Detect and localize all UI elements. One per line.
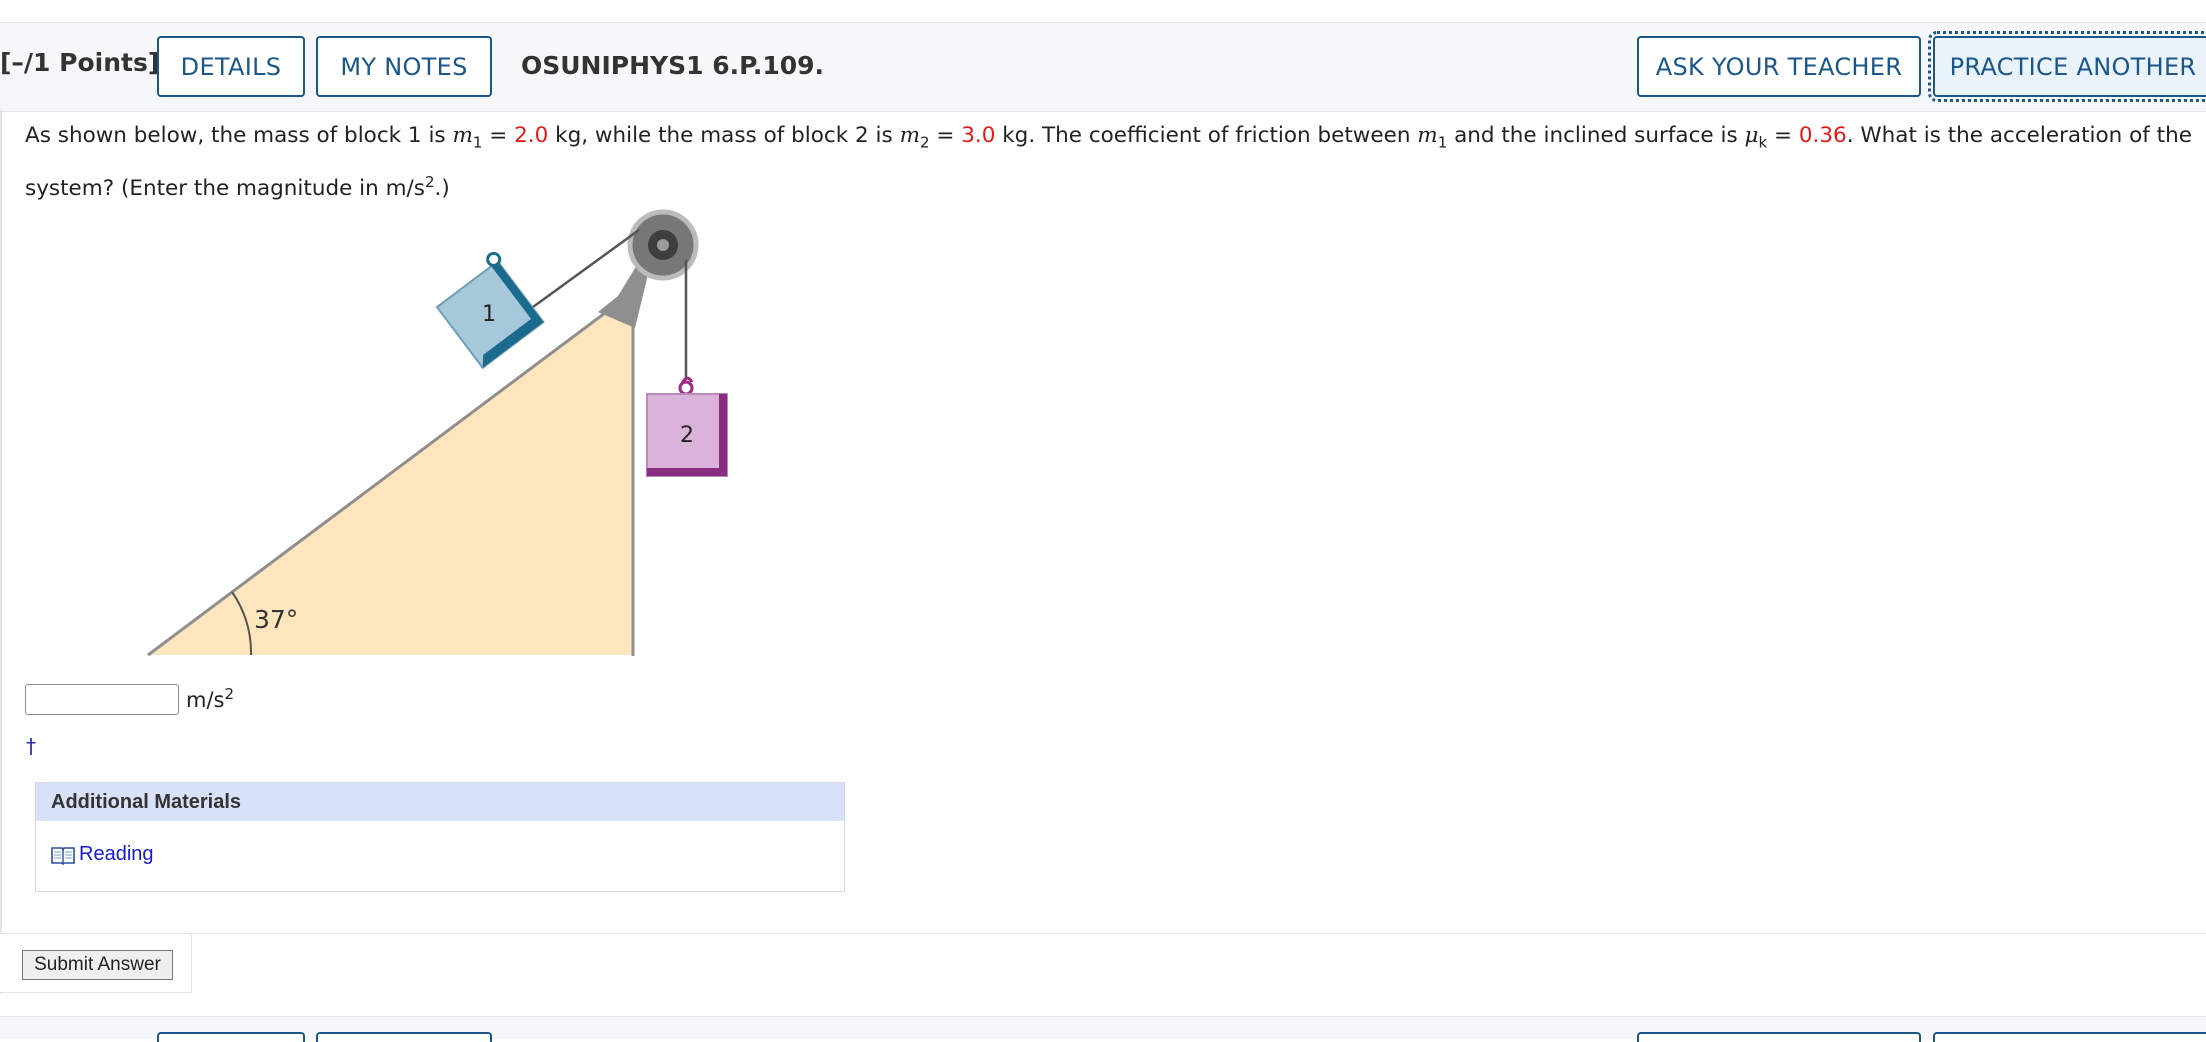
additional-materials-header: Additional Materials xyxy=(36,783,844,821)
details-button[interactable]: DETAILS xyxy=(157,36,305,97)
answer-unit: m/s2 xyxy=(186,685,235,712)
additional-materials-panel: Additional Materials Reading xyxy=(35,782,845,892)
block-1-label: 1 xyxy=(482,302,496,327)
next-my-notes-button[interactable] xyxy=(316,1032,492,1042)
block-2-label: 2 xyxy=(680,423,694,448)
next-details-button[interactable] xyxy=(157,1032,305,1042)
practice-another-button[interactable]: PRACTICE ANOTHER xyxy=(1928,31,2206,102)
ask-your-teacher-button[interactable]: ASK YOUR TEACHER xyxy=(1637,36,1921,97)
mu-value: 0.36 xyxy=(1798,123,1847,148)
reading-link[interactable]: Reading xyxy=(51,843,154,866)
submit-answer-button[interactable]: Submit Answer xyxy=(22,950,173,980)
book-icon xyxy=(51,846,75,865)
my-notes-button[interactable]: MY NOTES xyxy=(316,36,492,97)
question-id: OSUNIPHYS1 6.P.109. xyxy=(521,51,825,80)
footer-divider xyxy=(192,933,2206,934)
reading-link-label[interactable]: Reading xyxy=(79,843,154,866)
next-ask-your-teacher-button[interactable] xyxy=(1637,1032,1921,1042)
m2-value: 3.0 xyxy=(961,123,996,148)
block-1: 1 xyxy=(435,251,545,370)
question-text: As shown below, the mass of block 1 is m… xyxy=(25,123,2192,202)
incline-pulley-figure: 37° 1 2 xyxy=(147,209,728,657)
m1-value: 2.0 xyxy=(514,123,549,148)
question-left-border xyxy=(0,110,2,994)
answer-input[interactable] xyxy=(25,684,179,715)
angle-label: 37° xyxy=(254,605,298,634)
block-2: 2 xyxy=(646,376,728,477)
next-practice-another-button[interactable] xyxy=(1933,1032,2206,1042)
dagger-mark: † xyxy=(26,734,36,758)
points-label: [–/1 Points] xyxy=(0,48,160,77)
